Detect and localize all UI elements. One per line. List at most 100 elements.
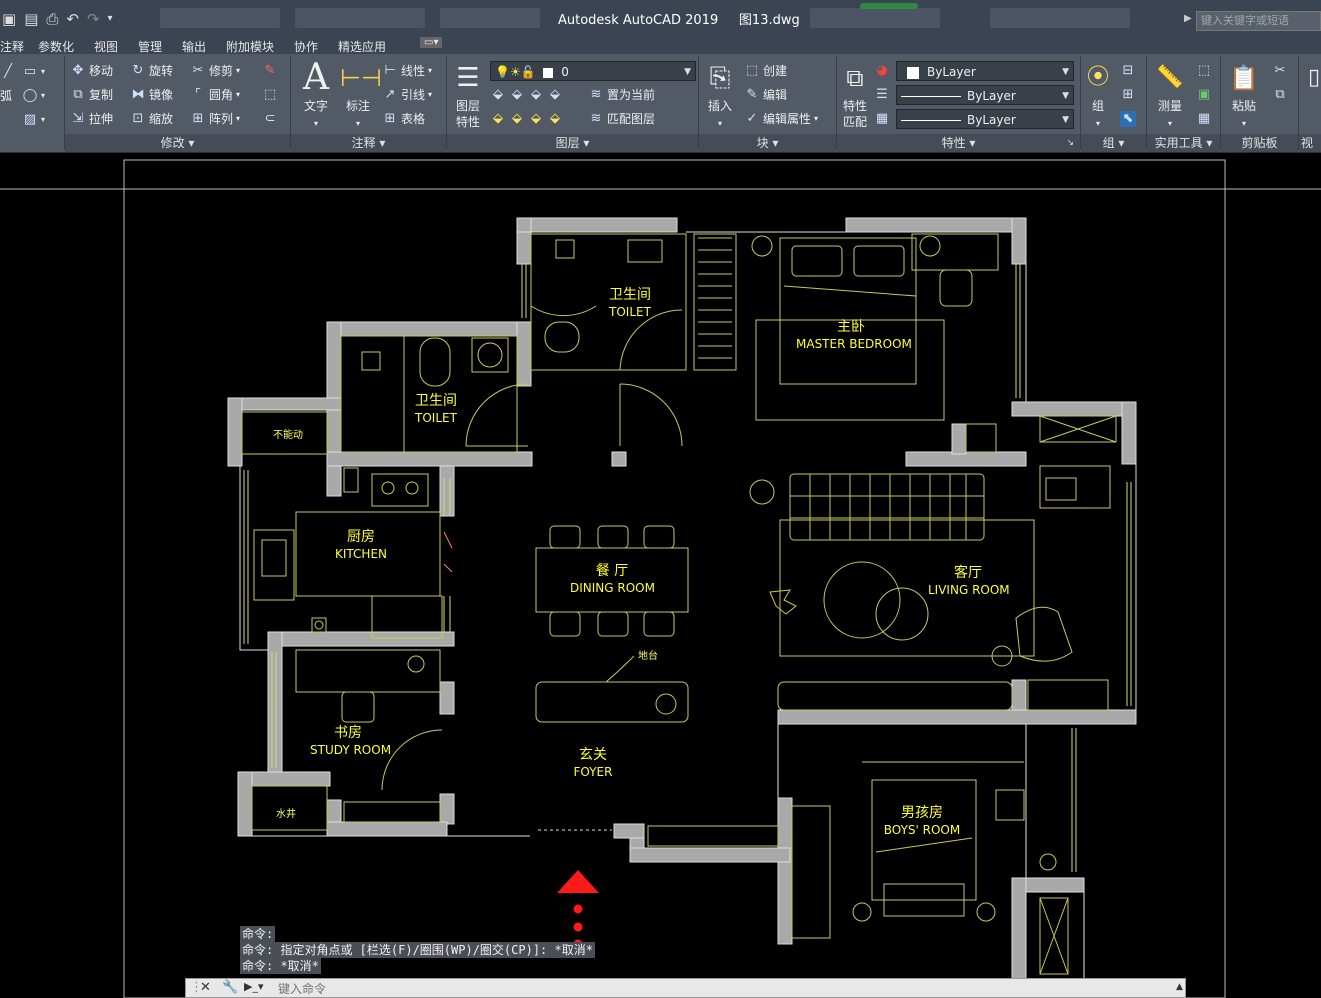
linetype-dropdown[interactable]: ByLayer ▼: [896, 85, 1074, 105]
paste-button[interactable]: 📋 粘贴 ▾: [1226, 60, 1262, 132]
view-panel-footer[interactable]: 视图: [1299, 134, 1321, 152]
explode-button[interactable]: ⬚: [262, 87, 278, 103]
mirror-button[interactable]: ⧓ 镜像: [130, 87, 174, 103]
tab-addins[interactable]: 附加模块: [226, 38, 274, 55]
set-current-icon: ≋: [590, 87, 602, 102]
insert-icon: ⎘: [709, 63, 731, 93]
tab-parametric[interactable]: 参数化: [38, 38, 74, 55]
calculator-button[interactable]: ▦: [1196, 111, 1212, 127]
color-wheel-icon[interactable]: ◕: [874, 63, 890, 79]
edit-block-button[interactable]: ✎ 编辑: [744, 87, 787, 103]
search-expand-icon[interactable]: ▶: [1184, 13, 1194, 29]
expand-history-icon[interactable]: ▲: [1176, 982, 1183, 992]
stretch-button[interactable]: ⇲ 拉伸: [70, 111, 113, 127]
trim-button[interactable]: ✂ 修剪 ▾: [190, 63, 240, 79]
array-button[interactable]: ⊞ 阵列 ▾: [190, 111, 240, 127]
arc-tool[interactable]: 弧: [0, 88, 12, 104]
color-swatch: [907, 66, 919, 79]
command-input[interactable]: [276, 980, 1160, 998]
stretch-icon: ⇲: [72, 111, 84, 126]
layer-tools-row-1[interactable]: ⬙ ⬙ ⬙ ⬙: [490, 87, 563, 103]
group-panel-footer[interactable]: 组 ▾: [1081, 134, 1146, 152]
redo-icon[interactable]: ↷: [87, 10, 100, 28]
layer-tools-row-2[interactable]: ⬙ ⬙ ⬙ ⬙: [490, 111, 563, 127]
layer-properties-button[interactable]: ☰ 图层 特性: [450, 60, 486, 130]
open-icon[interactable]: ▣: [2, 10, 16, 28]
print-icon[interactable]: ⎙: [46, 10, 58, 28]
color-dropdown[interactable]: ByLayer ▼: [896, 61, 1074, 81]
line-tool[interactable]: ╱: [0, 64, 16, 80]
group-edit-button[interactable]: ⊞: [1120, 87, 1136, 103]
search-input[interactable]: 键入关键字或短语: [1196, 11, 1321, 31]
customize-dropdown-icon[interactable]: ▾: [108, 10, 113, 28]
save-icon[interactable]: ▤: [24, 10, 38, 28]
block-panel-footer[interactable]: 块 ▾: [699, 134, 836, 152]
customize-wrench-icon[interactable]: 🔧: [222, 980, 238, 995]
tab-output[interactable]: 输出: [182, 38, 206, 55]
tab-featured-apps[interactable]: 精选应用: [338, 38, 386, 55]
group-selection-button[interactable]: ⬉: [1120, 111, 1136, 127]
cut-button[interactable]: ✂: [1272, 63, 1288, 79]
room-label-toilet-2: 卫生间 TOILET: [415, 393, 457, 425]
measure-button[interactable]: 📏 测量 ▾: [1152, 60, 1188, 132]
chevron-down-icon: ▼: [1062, 115, 1069, 125]
group-edit-icon: ⊞: [1122, 87, 1134, 102]
offset-button[interactable]: ⊂: [262, 111, 278, 127]
fillet-button[interactable]: ⌜ 圆角 ▾: [190, 87, 240, 103]
dimension-button[interactable]: ⊢⊣ 标注 ▾: [340, 60, 382, 132]
tab-view[interactable]: 视图: [94, 38, 118, 55]
close-icon[interactable]: ✕: [200, 980, 211, 995]
layer-dropdown[interactable]: 💡☀🔓 0 ▼: [490, 61, 696, 81]
table-button[interactable]: ⊞ 表格: [382, 111, 425, 127]
edit-attributes-button[interactable]: ✓ 编辑属性 ▾: [744, 111, 818, 127]
utilities-panel-footer[interactable]: 实用工具 ▾: [1147, 134, 1220, 152]
layers-panel-footer[interactable]: 图层 ▾: [447, 134, 698, 152]
drawing-canvas[interactable]: 卫生间 TOILET 主卧 MASTER BEDROOM 卫生间 TOILET 不能动…: [0, 153, 1321, 998]
copy-clip-button[interactable]: ⧉: [1272, 87, 1288, 103]
rotate-button[interactable]: ↻ 旋转: [130, 63, 173, 79]
calculator-icon: ▦: [1197, 111, 1211, 126]
view-base-button[interactable]: ▯: [1304, 60, 1321, 98]
erase-button[interactable]: ✎: [262, 63, 278, 79]
background-tab: [160, 8, 280, 28]
chevron-down-icon: ▼: [1062, 91, 1069, 101]
layer-tool-icon: ⬙: [531, 111, 541, 126]
create-block-icon: ⬚: [745, 63, 759, 78]
note-water-well: 水井: [276, 809, 296, 820]
clipboard-panel-footer[interactable]: 剪贴板: [1221, 134, 1298, 152]
ungroup-button[interactable]: ⊟: [1120, 63, 1136, 79]
insert-block-button[interactable]: ⎘ 插入 ▾: [702, 60, 738, 132]
command-history-line: 命令:: [240, 926, 276, 942]
properties-panel-footer[interactable]: 特性 ▾ ↘: [837, 134, 1080, 152]
ellipse-tool[interactable]: ◯ ▾: [22, 88, 45, 104]
tab-manage[interactable]: 管理: [138, 38, 162, 55]
move-button[interactable]: ✥ 移动: [70, 63, 113, 79]
undo-icon[interactable]: ↶: [66, 10, 79, 28]
rectangle-tool[interactable]: ▭ ▾: [22, 64, 45, 80]
leader-icon: ↗: [384, 87, 396, 102]
background-tab: [440, 8, 540, 28]
match-properties-button[interactable]: ⧉ 特性 匹配: [838, 60, 872, 130]
linear-dim-button[interactable]: ⊢ 线性 ▾: [382, 63, 432, 79]
annotation-panel-footer[interactable]: 注释 ▾: [291, 134, 446, 152]
leader-button[interactable]: ↗ 引线 ▾: [382, 87, 432, 103]
modify-panel-footer[interactable]: 修改 ▾: [65, 134, 290, 152]
lineweight-icon[interactable]: ☰: [874, 87, 890, 103]
quick-select-button[interactable]: ⬚: [1196, 63, 1212, 79]
copy-button[interactable]: ⧉ 复制: [70, 87, 113, 103]
tab-annotate[interactable]: 注释: [0, 38, 24, 55]
match-layer-button[interactable]: ≋ 匹配图层: [588, 111, 655, 127]
create-block-button[interactable]: ⬚ 创建: [744, 63, 787, 79]
recent-commands-icon[interactable]: ▶_▾: [244, 980, 263, 993]
lineweight-dropdown[interactable]: ByLayer ▼: [896, 109, 1074, 129]
scale-button[interactable]: ⊡ 缩放: [130, 111, 173, 127]
transparency-icon[interactable]: ▦: [874, 111, 890, 127]
ribbon-toggle-icon[interactable]: ▭▾: [420, 37, 443, 48]
tab-collaborate[interactable]: 协作: [294, 38, 318, 55]
room-label-foyer: 玄关 FOYER: [573, 747, 613, 779]
set-current-layer-button[interactable]: ≋ 置为当前: [588, 87, 655, 103]
hatch-tool[interactable]: ▨ ▾: [22, 112, 45, 128]
group-button[interactable]: ⦿ 组 ▾: [1084, 60, 1112, 132]
select-all-button[interactable]: ▣: [1196, 87, 1212, 103]
text-button[interactable]: A 文字 ▾: [298, 60, 334, 132]
